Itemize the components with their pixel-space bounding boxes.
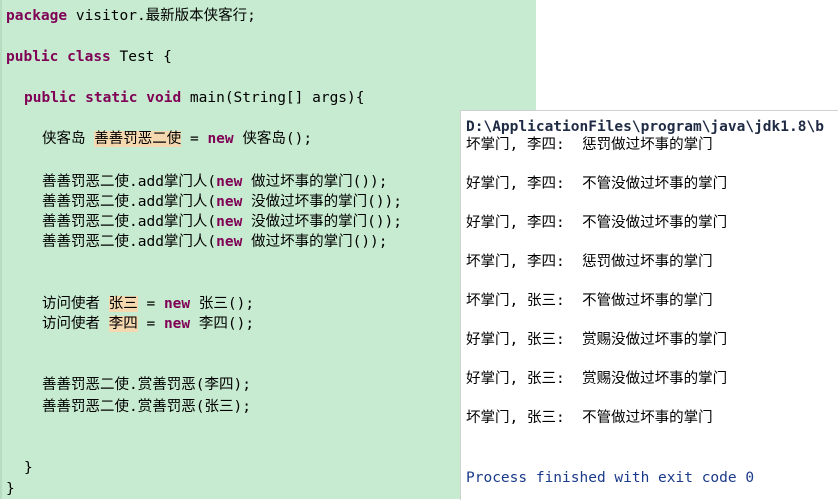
main-signature: main(String[] args){ [189,90,365,106]
keyword-package: package [6,8,68,24]
method-call: 善善罚恶二使.add掌门人( [42,234,217,250]
console-line: 坏掌门, 李四: 惩罚做过坏事的掌门 [466,254,713,270]
keyword-new: new [216,234,243,250]
constructor-call: 李四(); [190,316,255,332]
type-name: 访问使者 [42,316,100,332]
class-close-brace: } [6,481,15,497]
method-call: 善善罚恶二使.add掌门人( [42,174,217,190]
code-line-add-4: 善善罚恶二使.add掌门人(new 做过坏事的掌门()); [42,232,388,252]
keyword-new: new [163,296,191,312]
console-line: 坏掌门, 张三: 不管做过坏事的掌门 [466,293,713,309]
assign-op: = [137,316,164,332]
code-line-add-3: 善善罚恶二使.add掌门人(new 没做过坏事的掌门()); [42,212,402,232]
console-line: 坏掌门, 李四: 惩罚做过坏事的掌门 [466,137,713,153]
type-name: 访问使者 [42,296,100,312]
method-close-brace: } [24,460,33,476]
assign-op: = [181,131,208,147]
class-name: Test { [119,49,172,65]
package-name: visitor.最新版本侠客行; [75,8,256,24]
console-line: 好掌门, 李四: 不管没做过坏事的掌门 [466,215,728,231]
main-method-line: public static void main(String[] args){ [24,88,365,108]
method-call: 善善罚恶二使.add掌门人( [42,194,217,210]
type-name: 侠客岛 [42,131,86,147]
keyword-public: public [6,49,59,65]
code-line-visitor-1: 访问使者 张三 = new 张三(); [42,294,254,314]
editor-gutter [0,0,2,499]
console-line: 好掌门, 张三: 赏赐没做过坏事的掌门 [466,371,728,387]
keyword-public: public [24,90,77,106]
code-line-visitor-2: 访问使者 李四 = new 李四(); [42,314,254,334]
process-finished-message: Process finished with exit code 0 [466,470,755,486]
keyword-new: new [207,131,234,147]
class-declaration-line: public class Test { [6,47,172,67]
constructor-call: 张三(); [190,296,255,312]
assign-op: = [137,296,164,312]
package-line: package visitor.最新版本侠客行; [6,6,256,26]
console-output-panel[interactable]: D:\ApplicationFiles\program\java\jdk1.8\… [460,110,838,500]
constructor-call: 没做过坏事的掌门()); [242,194,403,210]
console-line: 好掌门, 张三: 赏赐没做过坏事的掌门 [466,332,728,348]
keyword-new: new [216,194,243,210]
keyword-void: void [146,90,182,106]
code-line-call-1: 善善罚恶二使.赏善罚恶(李四); [42,377,251,393]
constructor-call: 没做过坏事的掌门()); [242,214,403,230]
code-line-call-2: 善善罚恶二使.赏善罚恶(张三); [42,399,251,415]
highlighted-variable: 张三 [108,296,138,312]
console-java-path: D:\ApplicationFiles\program\java\jdk1.8\… [466,119,824,135]
highlighted-variable: 善善罚恶二使 [94,131,182,147]
keyword-new: new [163,316,191,332]
constructor-call: 做过坏事的掌门()); [242,174,388,190]
keyword-new: new [216,174,243,190]
constructor-call: 侠客岛(); [233,131,313,147]
keyword-new: new [216,214,243,230]
console-line: 好掌门, 李四: 不管没做过坏事的掌门 [466,176,728,192]
highlighted-variable: 李四 [108,316,138,332]
code-line-island: 侠客岛 善善罚恶二使 = new 侠客岛(); [42,129,312,149]
method-call: 善善罚恶二使.add掌门人( [42,214,217,230]
keyword-class: class [67,49,111,65]
console-line: 坏掌门, 张三: 不管做过坏事的掌门 [466,410,713,426]
code-editor[interactable]: package visitor.最新版本侠客行; public class Te… [0,0,536,499]
code-line-add-2: 善善罚恶二使.add掌门人(new 没做过坏事的掌门()); [42,192,402,212]
code-line-add-1: 善善罚恶二使.add掌门人(new 做过坏事的掌门()); [42,172,388,192]
constructor-call: 做过坏事的掌门()); [242,234,388,250]
keyword-static: static [85,90,138,106]
